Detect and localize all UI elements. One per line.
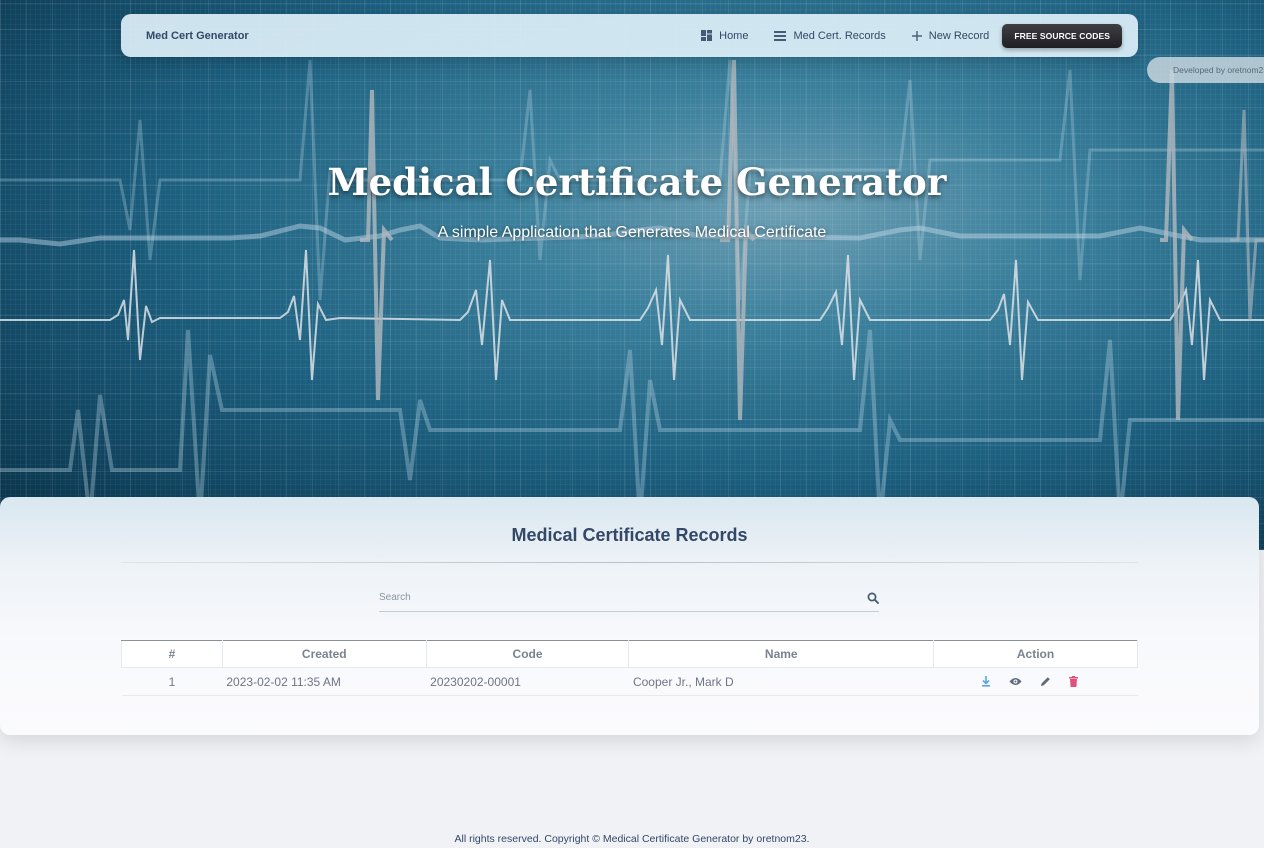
cell-created: 2023-02-02 11:35 AM [222,667,427,696]
hero-title: Medical Certificate Generator [327,160,947,204]
nav-home-link[interactable]: Home [701,30,748,42]
top-navbar: Med Cert Generator Home Med Cert. Record… [121,14,1138,57]
table-row: 1 2023-02-02 11:35 AM 20230202-00001 Coo… [121,667,1138,696]
records-title: Medical Certificate Records [511,525,748,545]
nav-records-label: Med Cert. Records [793,29,886,42]
row-actions [938,676,1134,687]
free-source-codes-button[interactable]: FREE SOURCE CODES [1002,23,1122,48]
edit-icon[interactable] [1040,676,1051,687]
col-header-code[interactable]: Code [425,640,630,668]
col-header-created[interactable]: Created [221,640,427,668]
search-input[interactable] [379,585,859,609]
table-header-row: # Created Code Name Action [121,640,1138,668]
records-card: Medical Certificate Records # Created Co… [0,497,1259,735]
title-divider [121,562,1138,563]
col-header-action: Action [933,640,1138,668]
cell-actions [933,667,1138,696]
records-table: # Created Code Name Action 1 2023-02-02 … [121,640,1138,696]
delete-icon[interactable] [1069,676,1079,687]
list-icon [774,30,787,41]
hero-subtitle: A simple Application that Generates Medi… [437,224,827,241]
nav-new-record-link[interactable]: New Record [911,29,990,42]
cell-name: Cooper Jr., Mark D [628,667,934,696]
col-header-num[interactable]: # [121,640,223,668]
hero-banner: Medical Certificate Generator A simple A… [0,0,1264,550]
download-icon[interactable] [981,676,991,687]
nav-records-link[interactable]: Med Cert. Records [774,29,886,42]
dashboard-icon [701,30,713,41]
developer-badge[interactable]: Developed by oretnom23 [1147,57,1264,83]
nav-home-label: Home [719,29,749,42]
cell-num: 1 [121,667,223,696]
nav-links: Home Med Cert. Records New Record FREE S… [675,23,1122,48]
search-bar [379,585,879,612]
cell-code: 20230202-00001 [426,667,629,696]
col-header-name[interactable]: Name [628,640,935,668]
plus-icon [911,30,922,41]
brand-link[interactable]: Med Cert Generator [146,30,249,42]
ecg-waveform-graphic [0,59,1264,521]
page-footer: All rights reserved. Copyright © Medical… [454,833,810,845]
view-icon[interactable] [1009,677,1022,686]
nav-new-record-label: New Record [928,29,990,42]
search-icon[interactable] [867,591,879,609]
